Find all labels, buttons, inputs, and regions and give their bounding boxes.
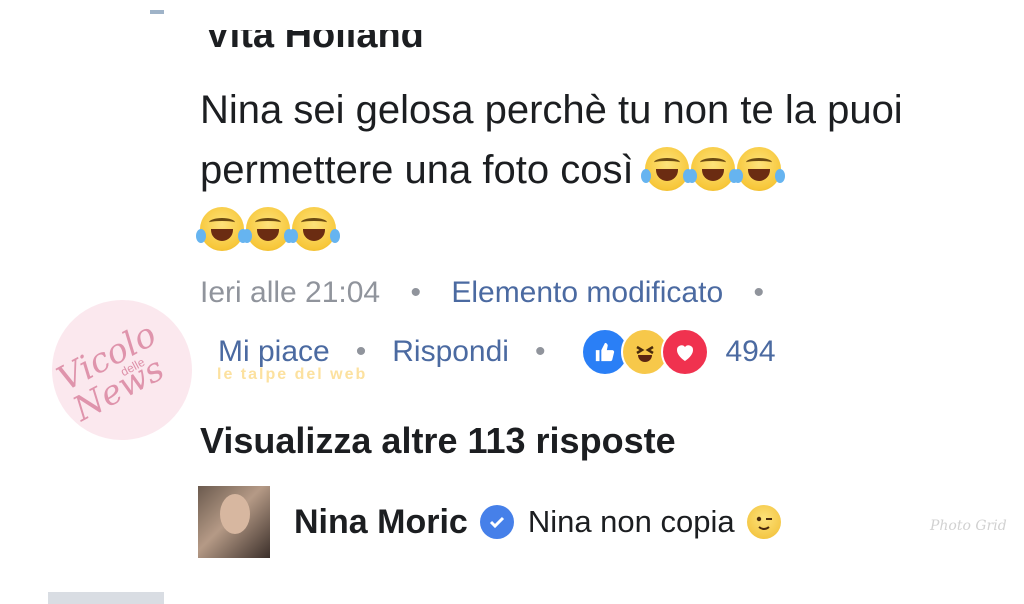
verified-badge-icon xyxy=(479,505,514,539)
watermark-center: le talpe del web xyxy=(217,366,368,383)
love-icon xyxy=(661,328,710,376)
wink-emoji-icon xyxy=(746,505,781,539)
laughing-emoji-icon xyxy=(242,207,294,251)
laughing-emoji-icon xyxy=(732,147,785,191)
reaction-count: 494 xyxy=(725,335,776,368)
view-more-replies[interactable]: Visualizza altre 113 risposte xyxy=(200,420,676,462)
laughing-emoji-icon xyxy=(288,207,340,251)
like-button[interactable]: Mi piace xyxy=(218,335,330,369)
separator: • xyxy=(410,276,421,309)
reply-text: Nina non copia xyxy=(527,504,735,539)
separator: • xyxy=(355,335,367,368)
reply-author-name[interactable]: Nina Moric xyxy=(294,503,468,542)
separator: • xyxy=(753,276,764,309)
avatar[interactable] xyxy=(198,486,270,558)
laughing-emoji-icon xyxy=(686,147,739,191)
comment-body: Nina sei gelosa perchè tu non te la puoi… xyxy=(200,88,903,192)
reply-button[interactable]: Rispondi xyxy=(392,335,509,369)
reply-comment: Nina Moric Nina non copia xyxy=(198,486,781,558)
reactions-summary[interactable]: 494 xyxy=(581,328,776,376)
corner-artifact xyxy=(150,10,164,14)
next-comment-avatar[interactable] xyxy=(48,592,164,604)
comment-text: Nina sei gelosa perchè tu non te la puoi… xyxy=(196,80,990,260)
watermark-photogrid: Photo Grid xyxy=(930,518,1007,534)
edited-label[interactable]: Elemento modificato xyxy=(451,276,723,309)
laughing-emoji-icon xyxy=(640,147,693,191)
comment-author-name[interactable]: Vita Holland xyxy=(205,30,505,70)
separator: • xyxy=(534,335,546,368)
comment-meta: Ieri alle 21:04 • Elemento modificato • xyxy=(200,276,786,310)
laughing-emoji-icon xyxy=(196,207,248,251)
timestamp[interactable]: Ieri alle 21:04 xyxy=(200,276,380,309)
